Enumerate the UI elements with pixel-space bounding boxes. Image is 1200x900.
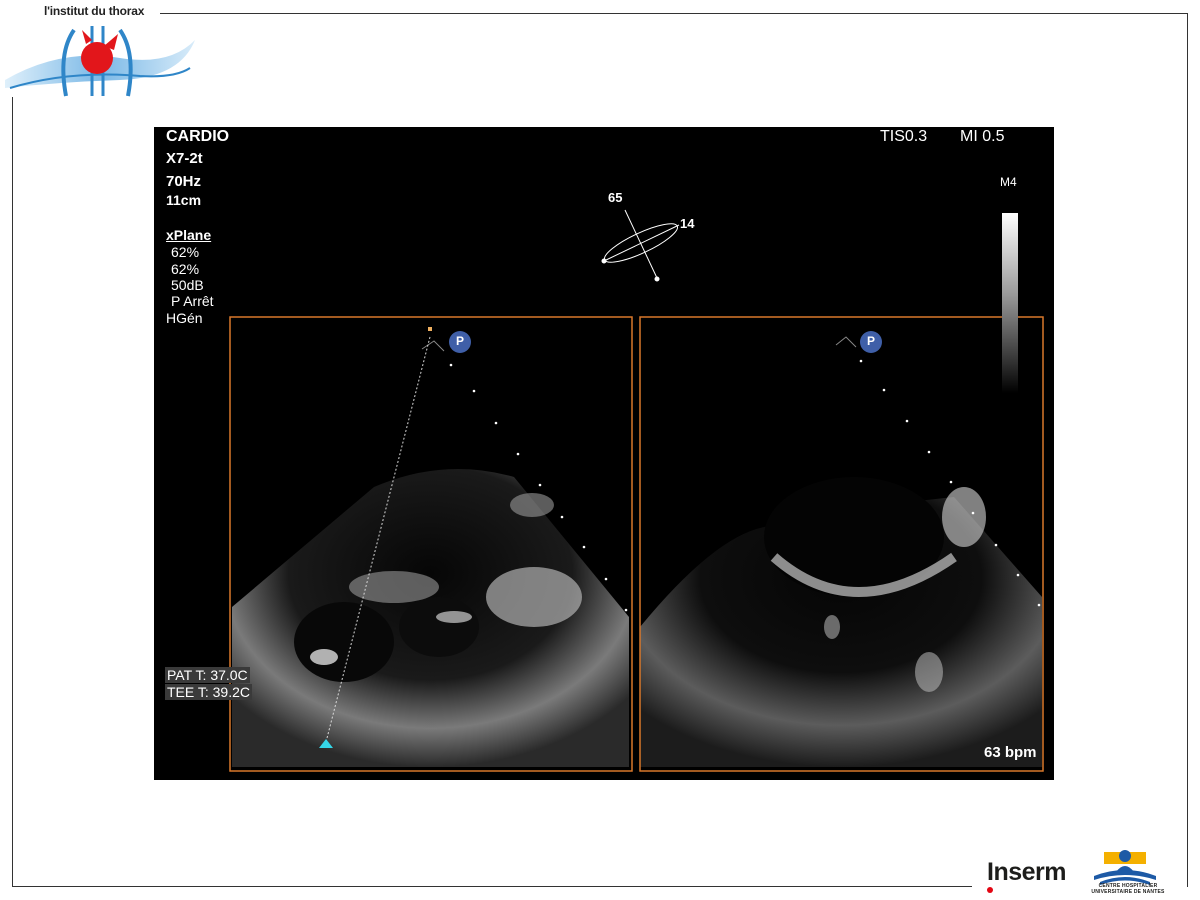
harmonic-setting: HGén (166, 310, 203, 326)
xplane-label: xPlane (166, 227, 212, 243)
echocardiogram-image: CARDIO X7-2t 70Hz 11cm xPlane 62% 62% 50… (154, 127, 1054, 780)
tis-label: TIS0.3 (880, 128, 928, 145)
inserm-logo-dot (987, 887, 993, 893)
dynamic-range-setting: 50dB (171, 277, 204, 293)
frequency-label: 70Hz (166, 173, 202, 190)
angle-secondary-label: 14 (680, 216, 695, 231)
probe-label: X7-2t (166, 150, 203, 167)
echo-scan-graphics (229, 209, 1044, 772)
chu-line-2: UNIVERSITAIRE DE NANTES (1091, 889, 1165, 895)
patient-temperature: PAT T: 37.0C (165, 667, 250, 683)
slide-frame-top (160, 13, 1187, 14)
depth-label: 11cm (166, 192, 202, 208)
institute-logo-text: l'institut du thorax (44, 4, 145, 18)
inserm-logo-text: Inserm (987, 858, 1066, 886)
gain-setting-1: 62% (171, 244, 200, 260)
slide-frame-right (1187, 13, 1188, 887)
angle-primary-label: 65 (608, 190, 623, 205)
mode-label: CARDIO (166, 128, 230, 145)
slide-frame-left (12, 97, 13, 887)
heart-rate-label: 63 bpm (984, 744, 1037, 761)
institute-logo-heart-icon (5, 26, 195, 97)
mi-label: MI 0.5 (960, 128, 1005, 145)
orientation-right-letter: P (867, 334, 876, 348)
orientation-left-letter: P (456, 334, 465, 348)
power-setting: P Arrêt (171, 293, 214, 309)
slide-frame-bottom (12, 886, 972, 887)
probe-temperature: TEE T: 39.2C (165, 684, 253, 700)
grayscale-bar (1002, 213, 1018, 393)
map-label: M4 (1000, 175, 1017, 189)
xplane-angle-indicator-icon (601, 209, 680, 282)
gain-setting-2: 62% (171, 261, 200, 277)
